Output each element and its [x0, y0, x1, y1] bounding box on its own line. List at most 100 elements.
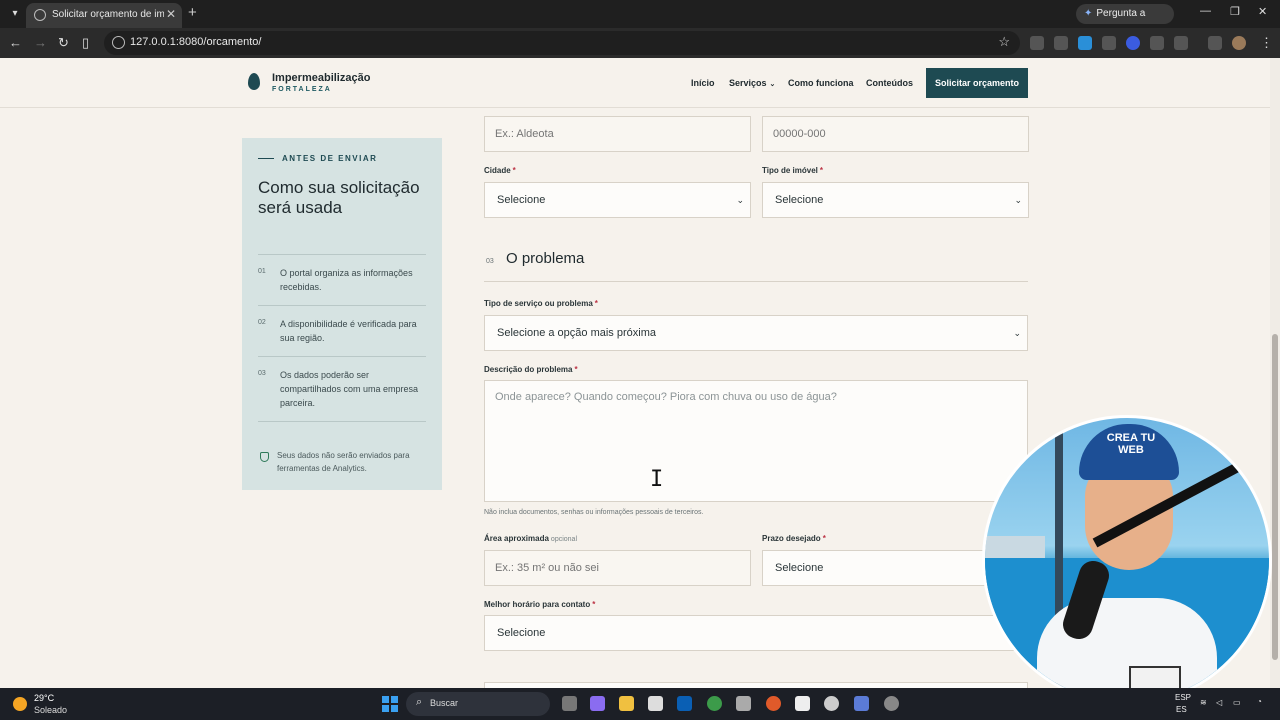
cidade-label-text: Cidade: [484, 166, 511, 175]
new-tab-icon[interactable]: +: [188, 4, 197, 21]
section-divider: [484, 281, 1028, 282]
prazo-select-value: Selecione: [775, 562, 824, 574]
list-item-text: O portal organiza as informações recebid…: [280, 268, 413, 292]
list-item-text: Os dados poderão ser compartilhados com …: [280, 370, 419, 408]
scrollbar-thumb[interactable]: [1272, 334, 1278, 660]
tipo-imovel-select[interactable]: Selecione ⌄: [762, 182, 1029, 218]
nav-como-funciona[interactable]: Como funciona: [788, 78, 854, 88]
nav-inicio[interactable]: Início: [691, 78, 715, 88]
gemini-icon: ✦: [1084, 8, 1093, 19]
extension-blue-icon[interactable]: [1126, 36, 1140, 50]
app-icon[interactable]: [795, 696, 810, 711]
privacy-note: Seus dados não serão enviados para ferra…: [277, 451, 410, 473]
divider: [258, 305, 426, 306]
extension-font-icon[interactable]: [1054, 36, 1068, 50]
weather-sun-icon[interactable]: [13, 697, 27, 711]
optional-tag: opcional: [550, 536, 577, 543]
dell-icon[interactable]: [677, 696, 692, 711]
cep-input[interactable]: [762, 116, 1029, 152]
extension-chatgpt-icon[interactable]: [1102, 36, 1116, 50]
site-info-icon[interactable]: [112, 36, 125, 49]
nav-conteudos[interactable]: Conteúdos: [866, 78, 913, 88]
volume-icon[interactable]: ◁: [1216, 698, 1222, 707]
extension-play-icon[interactable]: [1078, 36, 1092, 50]
app-icon[interactable]: [766, 696, 781, 711]
gemini-button[interactable]: ✦Pergunta a Gemini: [1076, 4, 1174, 39]
browser-toolbar: ← → ↻ ▯ 127.0.0.1:8080/orcamento/ ☆ ⋮: [0, 28, 1280, 58]
browser-menu-icon[interactable]: ⋮: [1260, 35, 1273, 51]
brand-subtitle: FORTALEZA: [272, 86, 332, 93]
file-explorer-icon[interactable]: [619, 696, 634, 711]
notification-bell-icon[interactable]: ◔: [1257, 697, 1262, 706]
descricao-label: Descrição do problema *: [484, 365, 578, 374]
chevron-down-icon: ⌄: [769, 81, 776, 88]
copilot-icon[interactable]: [590, 696, 605, 711]
descricao-label-text: Descrição do problema: [484, 365, 573, 374]
wifi-icon[interactable]: ≋: [1200, 698, 1207, 707]
tipo-servico-select[interactable]: Selecione a opção mais próxima ⌄: [484, 315, 1028, 351]
descricao-textarea[interactable]: Onde aparece? Quando começou? Piora com …: [484, 380, 1028, 502]
back-icon[interactable]: ←: [9, 35, 22, 50]
maximize-icon[interactable]: ❐: [1230, 5, 1240, 18]
divider: [258, 356, 426, 357]
url-text: 127.0.0.1:8080/orcamento/: [130, 36, 262, 48]
area-label-text: Área aproximada: [484, 534, 549, 543]
prazo-label: Prazo desejado *: [762, 534, 826, 543]
app-icon[interactable]: [854, 696, 869, 711]
store-icon[interactable]: [648, 696, 663, 711]
tab-search-icon[interactable]: ▾: [6, 5, 24, 23]
app-icon[interactable]: [736, 696, 751, 711]
battery-icon[interactable]: ▭: [1233, 698, 1241, 707]
chevron-down-icon: ⌄: [1013, 328, 1021, 338]
windows-start-icon[interactable]: [382, 696, 398, 712]
forward-icon[interactable]: →: [34, 35, 47, 50]
task-view-icon[interactable]: [562, 696, 577, 711]
taskbar-search[interactable]: ⌕ Buscar: [406, 692, 550, 716]
required-mark: *: [822, 534, 826, 543]
sidebar-kicker: ANTES DE ENVIAR: [282, 154, 378, 163]
reading-list-icon[interactable]: [1208, 36, 1222, 50]
reload-icon[interactable]: ↻: [58, 35, 69, 51]
prazo-label-text: Prazo desejado: [762, 534, 821, 543]
required-mark: *: [574, 365, 578, 374]
brand-name[interactable]: Impermeabilização: [272, 72, 370, 84]
globe-icon: [34, 9, 46, 21]
nav-servicos[interactable]: Serviços ⌄: [729, 78, 775, 88]
address-bar[interactable]: 127.0.0.1:8080/orcamento/ ☆: [104, 31, 1020, 55]
city-skyline: [985, 536, 1045, 558]
app-icon[interactable]: [884, 696, 899, 711]
language-indicator[interactable]: ESP: [1175, 693, 1191, 702]
weather-description: Soleado: [34, 705, 68, 715]
extensions-puzzle-icon[interactable]: [1174, 36, 1188, 50]
cidade-select[interactable]: Selecione ⌄: [484, 182, 751, 218]
tipo-servico-label: Tipo de serviço ou problema *: [484, 299, 598, 308]
cap-logo-text: CREA TU WEB: [1106, 432, 1156, 456]
minimize-icon[interactable]: —: [1200, 5, 1211, 17]
close-tab-icon[interactable]: ✕: [166, 7, 176, 21]
windows-taskbar: 29°C Soleado ⌕ Buscar ESP ES ≋ ◁ ▭ ◔: [0, 688, 1280, 720]
close-window-icon[interactable]: ✕: [1258, 5, 1267, 18]
divider: [258, 254, 426, 255]
chrome-icon[interactable]: [707, 696, 722, 711]
profile-avatar-icon[interactable]: [1232, 36, 1246, 50]
required-mark: *: [592, 600, 596, 609]
water-drop-logo-icon[interactable]: [248, 73, 260, 90]
tipo-imovel-select-value: Selecione: [775, 194, 824, 206]
split-view-icon[interactable]: ▯: [82, 35, 89, 51]
taskbar-search-label: Buscar: [430, 698, 459, 708]
request-quote-button[interactable]: Solicitar orçamento: [926, 68, 1028, 98]
extension-camera-icon[interactable]: [1030, 36, 1044, 50]
browser-tab[interactable]: Solicitar orçamento de imperm ✕: [26, 3, 182, 28]
horario-select[interactable]: Selecione: [484, 615, 1028, 651]
extension-g-icon[interactable]: [1150, 36, 1164, 50]
weather-temperature[interactable]: 29°C: [34, 693, 54, 703]
bookmark-star-icon[interactable]: ☆: [998, 34, 1010, 50]
tab-title: Solicitar orçamento de imperm: [52, 9, 164, 20]
chatgpt-icon[interactable]: [824, 696, 839, 711]
cidade-select-value: Selecione: [497, 194, 546, 206]
required-mark: *: [512, 166, 516, 175]
area-input[interactable]: [484, 550, 751, 586]
required-mark: *: [594, 299, 598, 308]
bairro-input[interactable]: [484, 116, 751, 152]
list-item-number: 02: [258, 319, 266, 326]
